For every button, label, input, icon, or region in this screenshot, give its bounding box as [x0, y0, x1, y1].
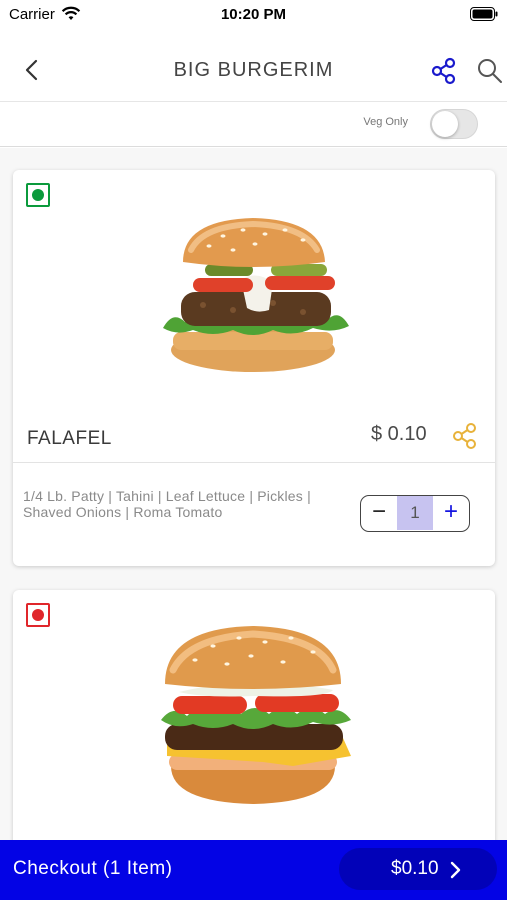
- share-button[interactable]: [430, 57, 458, 85]
- share-icon: [431, 57, 456, 85]
- battery-icon: [470, 7, 498, 26]
- clock: 10:20 PM: [220, 6, 287, 23]
- non-veg-indicator-icon: [26, 603, 50, 627]
- item-description: 1/4 Lb. Patty | Tahini | Leaf Lettuce | …: [23, 488, 311, 520]
- item-share-button[interactable]: [451, 422, 479, 450]
- decrease-quantity-button[interactable]: −: [361, 496, 397, 530]
- item-price: $ 0.10: [371, 423, 427, 445]
- search-icon: [478, 59, 502, 83]
- cheeseburger-image: [161, 626, 351, 804]
- increase-quantity-button[interactable]: +: [433, 496, 469, 530]
- nav-bar: BIG BURGERIM: [0, 38, 507, 102]
- veg-only-toggle[interactable]: [430, 109, 478, 139]
- filter-bar: Veg Only: [0, 103, 507, 147]
- checkout-button[interactable]: $0.10: [339, 848, 497, 890]
- divider: [13, 462, 495, 463]
- menu-item-card[interactable]: FALAFEL $ 0.10 1/4 Lb. Patty | Tahini | …: [13, 170, 495, 566]
- item-name: FALAFEL: [27, 428, 112, 449]
- share-icon: [453, 423, 476, 449]
- checkout-bar[interactable]: Checkout (1 Item) $0.10: [0, 840, 507, 900]
- quantity-value: 1: [397, 496, 433, 530]
- checkout-label[interactable]: Checkout (1 Item): [13, 858, 173, 880]
- menu-list[interactable]: FALAFEL $ 0.10 1/4 Lb. Patty | Tahini | …: [0, 148, 507, 840]
- veg-only-label: Veg Only: [363, 116, 408, 128]
- falafel-burger-image: [163, 218, 349, 372]
- chevron-right-icon: [450, 861, 461, 879]
- checkout-total: $0.10: [391, 858, 439, 879]
- menu-item-card[interactable]: [13, 590, 495, 840]
- veg-indicator-icon: [26, 183, 50, 207]
- toggle-knob: [432, 111, 458, 137]
- quantity-stepper[interactable]: − 1 +: [360, 495, 470, 532]
- status-bar: Carrier 10:20 PM: [0, 0, 507, 30]
- search-button[interactable]: [476, 57, 504, 85]
